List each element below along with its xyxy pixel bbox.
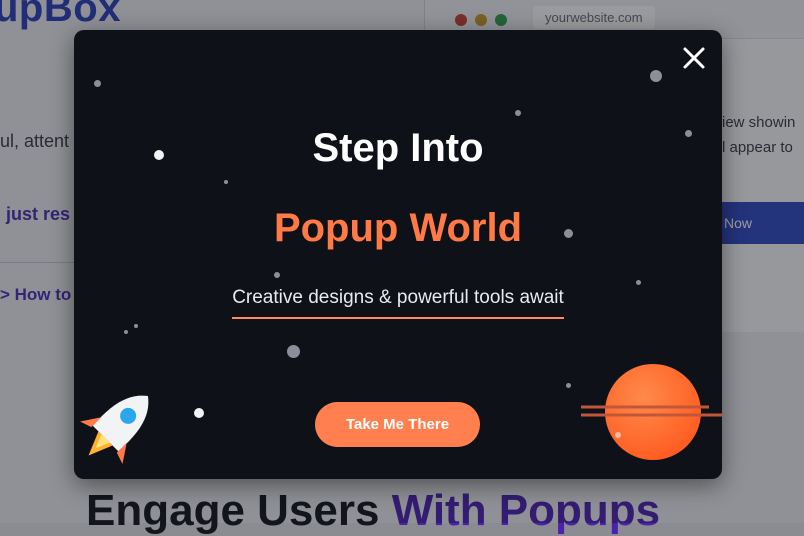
star <box>134 324 138 328</box>
rocket-icon <box>80 395 149 464</box>
star <box>274 272 280 278</box>
star <box>636 280 641 285</box>
close-button[interactable] <box>680 44 708 72</box>
close-icon <box>683 47 705 69</box>
planet-icon <box>581 364 722 460</box>
star <box>287 345 300 358</box>
take-me-there-button[interactable]: Take Me There <box>315 402 480 447</box>
star <box>194 408 204 418</box>
star <box>124 330 128 334</box>
star <box>566 383 571 388</box>
popup-modal: Step Into Popup World Creative designs &… <box>74 30 722 479</box>
star <box>515 110 521 116</box>
star <box>650 70 662 82</box>
popup-subtitle: Popup World <box>273 206 523 250</box>
popup-title: Step Into <box>312 126 484 170</box>
popup-tagline: Creative designs & powerful tools await <box>232 287 564 319</box>
star <box>224 180 228 184</box>
star <box>94 80 101 87</box>
